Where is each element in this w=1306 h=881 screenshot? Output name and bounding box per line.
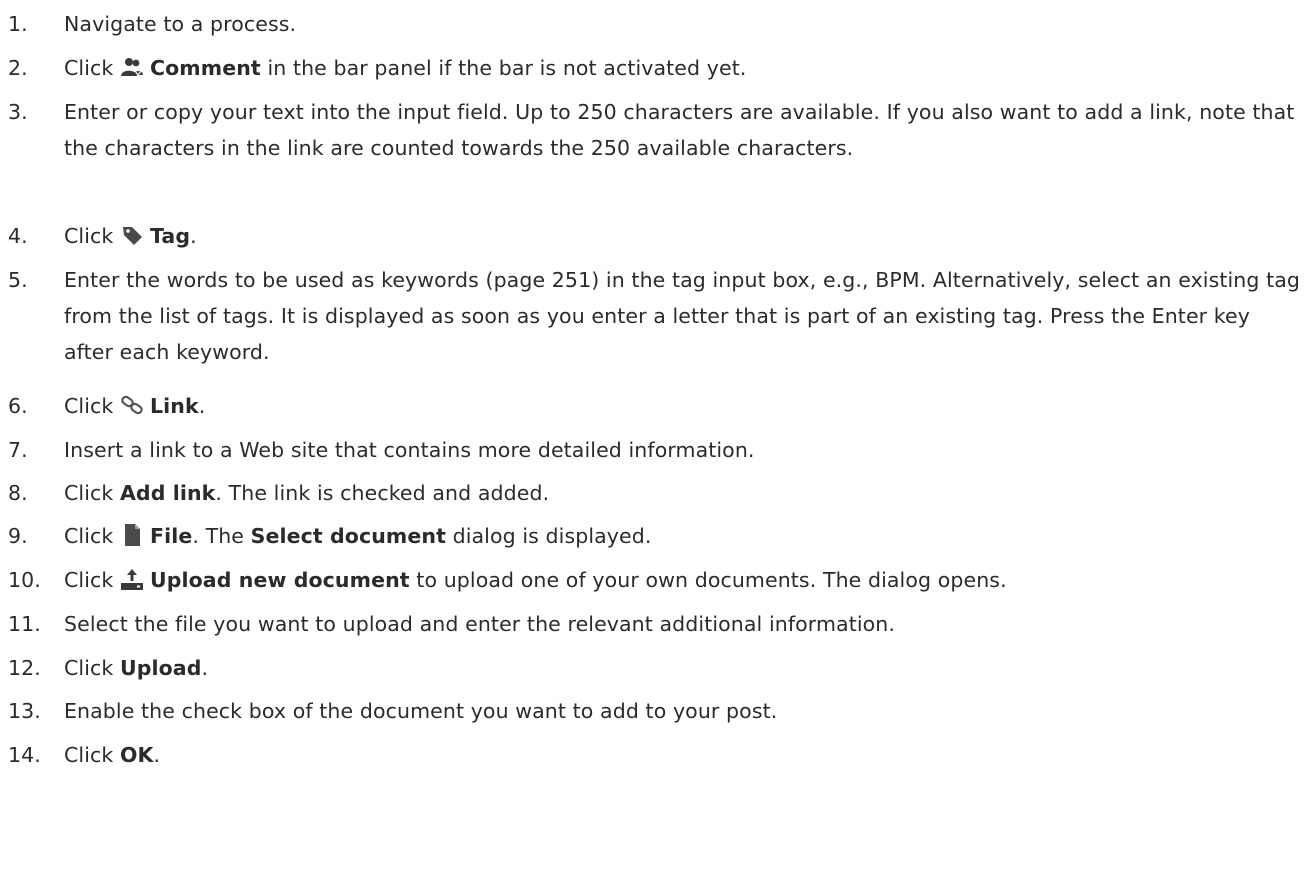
step-text: Enter the words to be used as keywords (… bbox=[64, 268, 1301, 364]
step-body: Click Comment in the bar panel if the ba… bbox=[64, 50, 746, 86]
step-body: Click Link. bbox=[64, 388, 205, 424]
step-body: Click File. The Select document dialog i… bbox=[64, 518, 651, 554]
step-text: Click bbox=[64, 568, 120, 592]
step-number: 1. bbox=[8, 12, 28, 36]
step-text: . bbox=[201, 656, 209, 680]
step-text: dialog is displayed. bbox=[445, 524, 652, 548]
step-number: 4. bbox=[8, 224, 28, 248]
step-bold-label: Tag bbox=[149, 224, 191, 248]
file-icon bbox=[120, 523, 144, 547]
step-bold-label: Comment bbox=[149, 56, 261, 80]
step-text: Enable the check box of the document you… bbox=[64, 699, 778, 723]
step-number: 9. bbox=[8, 524, 28, 548]
step-number: 10. bbox=[8, 568, 41, 592]
step-number: 12. bbox=[8, 656, 41, 680]
step-body: Click OK. bbox=[64, 737, 160, 773]
step-number: 7. bbox=[8, 438, 28, 462]
step-bold-label: Upload bbox=[119, 656, 202, 680]
link-icon bbox=[120, 393, 144, 417]
step-text: Enter or copy your text into the input f… bbox=[64, 100, 1295, 160]
step-body: Click Upload. bbox=[64, 650, 208, 686]
step-text: in the bar panel if the bar is not activ… bbox=[260, 56, 747, 80]
step-body: Click Upload new document to upload one … bbox=[64, 562, 1007, 598]
step-body: Click Tag. bbox=[64, 218, 197, 254]
step-text: Click bbox=[64, 524, 120, 548]
step-number: 2. bbox=[8, 56, 28, 80]
users-icon bbox=[120, 55, 144, 79]
step-number: 13. bbox=[8, 699, 41, 723]
step-text: Click bbox=[64, 56, 120, 80]
instruction-list: 1. Navigate to a process. 2. Click Comme… bbox=[0, 0, 1306, 881]
step-number: 6. bbox=[8, 394, 28, 418]
step-text: . bbox=[153, 743, 161, 767]
upload-icon bbox=[120, 567, 144, 591]
step-bold-label: Select document bbox=[250, 524, 446, 548]
step-body: Click Add link. The link is checked and … bbox=[64, 475, 549, 511]
step-text: Click bbox=[64, 394, 120, 418]
tag-icon bbox=[120, 223, 144, 247]
step-number: 5. bbox=[8, 268, 28, 292]
step-text: . The link is checked and added. bbox=[215, 481, 550, 505]
step-bold-label: OK bbox=[119, 743, 154, 767]
step-text: Insert a link to a Web site that contain… bbox=[64, 438, 755, 462]
step-bold-label: Upload new document bbox=[149, 568, 410, 592]
step-bold-label: File bbox=[149, 524, 193, 548]
step-text: Click bbox=[64, 481, 120, 505]
step-number: 3. bbox=[8, 100, 28, 124]
step-text: . bbox=[190, 224, 197, 248]
step-number: 11. bbox=[8, 612, 41, 636]
step-text: . bbox=[198, 394, 206, 418]
step-text: to upload one of your own documents. The… bbox=[409, 568, 1007, 592]
step-text: Select the file you want to upload and e… bbox=[64, 612, 895, 636]
step-number: 14. bbox=[8, 743, 41, 767]
step-text: Click bbox=[64, 656, 120, 680]
step-bold-label: Link bbox=[149, 394, 199, 418]
step-text: Click bbox=[64, 224, 120, 248]
step-text: Navigate to a process. bbox=[64, 12, 297, 36]
step-text: . The bbox=[192, 524, 251, 548]
step-bold-label: Add link bbox=[119, 481, 216, 505]
step-number: 8. bbox=[8, 481, 28, 505]
step-text: Click bbox=[64, 743, 120, 767]
